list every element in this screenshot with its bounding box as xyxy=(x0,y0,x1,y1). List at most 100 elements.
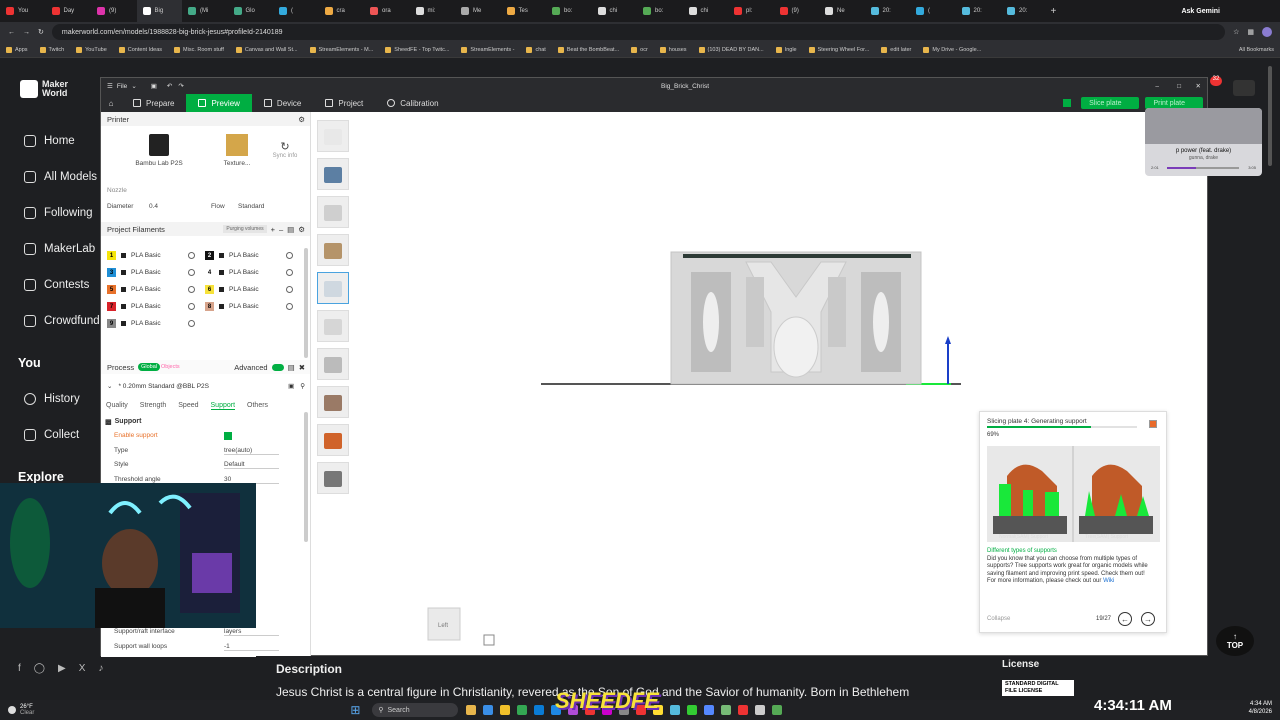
bookmark-item[interactable]: Beat the BombBeat... xyxy=(557,46,619,53)
makerworld-logo[interactable]: Maker World xyxy=(20,80,72,98)
taskbar-app-icon[interactable] xyxy=(704,705,715,715)
minimize-icon[interactable]: – xyxy=(1155,83,1159,90)
browser-tab[interactable]: Me xyxy=(455,0,501,22)
printer-selector[interactable]: Bambu Lab P2S xyxy=(129,134,189,167)
bookmark-item[interactable]: edit later xyxy=(881,46,911,53)
save-profile-icon[interactable]: ▣ xyxy=(288,382,294,390)
undo-icon[interactable]: ↶ xyxy=(167,82,172,90)
plate-thumbnail[interactable] xyxy=(317,272,349,304)
filament-slot[interactable]: 8 PLA Basic xyxy=(205,302,293,311)
filament-edit-icon[interactable] xyxy=(188,320,195,327)
bookmark-item[interactable]: chat xyxy=(526,46,546,53)
filament-list-icon[interactable]: ▤ xyxy=(287,225,294,234)
save-icon[interactable]: ▣ xyxy=(151,82,157,90)
tab-support[interactable]: Support xyxy=(210,402,236,410)
browser-tab[interactable]: cra xyxy=(319,0,365,22)
sync-info-button[interactable]: ↻ Sync info xyxy=(265,140,305,159)
filament-edit-icon[interactable] xyxy=(188,252,195,259)
plate-thumbnail[interactable] xyxy=(317,386,349,418)
maximize-icon[interactable]: □ xyxy=(1177,83,1181,90)
discord-app-icon[interactable] xyxy=(1233,80,1255,96)
browser-tab[interactable]: bo: xyxy=(637,0,683,22)
collapse-link[interactable]: Collapse xyxy=(987,616,1010,622)
tab-prepare[interactable]: Prepare xyxy=(121,94,186,112)
profile-avatar[interactable] xyxy=(1262,27,1272,37)
url-input[interactable]: makerworld.com/en/models/1988828-big-bri… xyxy=(51,24,1226,40)
plate-thumbnail[interactable] xyxy=(317,196,349,228)
add-filament-icon[interactable]: + xyxy=(271,225,275,234)
filament-slot[interactable]: 2 PLA Basic xyxy=(205,251,293,260)
new-tab-icon[interactable]: + xyxy=(1051,6,1057,17)
browser-tab[interactable]: (Mi xyxy=(182,0,228,22)
taskbar-search[interactable]: ⚲ Search xyxy=(372,703,459,717)
plate-thumbnail[interactable] xyxy=(317,462,349,494)
layout-icon[interactable] xyxy=(1063,99,1072,107)
taskbar-app-icon[interactable] xyxy=(534,705,545,715)
taskbar-app-icon[interactable] xyxy=(687,705,698,715)
bookmark-item[interactable]: My Drive - Google... xyxy=(923,46,981,53)
remove-filament-icon[interactable]: – xyxy=(279,225,283,234)
bookmark-item[interactable]: Ingle xyxy=(775,46,797,53)
browser-tab[interactable]: bo: xyxy=(546,0,592,22)
printer-settings-icon[interactable]: ⚙ xyxy=(298,115,305,124)
license-badge[interactable]: STANDARD DIGITAL FILE LICENSE xyxy=(1002,680,1074,696)
page-scrollbar[interactable] xyxy=(1268,66,1272,166)
taskbar-app-icon[interactable] xyxy=(755,705,766,715)
browser-tab[interactable]: ora xyxy=(364,0,410,22)
tab-calibration[interactable]: Calibration xyxy=(375,94,450,112)
browser-tab[interactable]: 20: xyxy=(865,0,911,22)
plate-thumbnail[interactable] xyxy=(317,310,349,342)
purging-volumes-button[interactable]: Purging volumes xyxy=(223,225,267,233)
prev-tip-icon[interactable]: ← xyxy=(1118,612,1132,626)
plate-thumbnail[interactable] xyxy=(317,348,349,380)
redo-icon[interactable]: ↷ xyxy=(178,82,183,90)
filament-slot[interactable]: 3 PLA Basic xyxy=(107,268,195,277)
filament-settings-icon[interactable]: ⚙ xyxy=(298,225,305,234)
plate-thumbnail[interactable] xyxy=(317,424,349,456)
nav-following[interactable]: Following xyxy=(24,207,93,219)
tab-project[interactable]: Project xyxy=(313,94,375,112)
browser-tab[interactable]: You xyxy=(0,0,46,22)
back-icon[interactable]: ← xyxy=(8,29,15,36)
browser-tab[interactable]: Ne xyxy=(819,0,865,22)
flow-select[interactable]: Standard xyxy=(238,203,264,210)
setting-value[interactable]: -1 xyxy=(224,643,279,651)
next-tip-icon[interactable]: → xyxy=(1141,612,1155,626)
filament-edit-icon[interactable] xyxy=(286,286,293,293)
track-progress[interactable] xyxy=(1167,167,1239,169)
taskbar-app-icon[interactable] xyxy=(772,705,783,715)
close-icon[interactable]: ✕ xyxy=(1196,82,1201,90)
tiktok-icon[interactable]: ♪ xyxy=(98,663,103,674)
nav-crowdfund[interactable]: Crowdfund xyxy=(24,315,100,327)
filament-slot[interactable]: 4 PLA Basic xyxy=(205,268,293,277)
filament-edit-icon[interactable] xyxy=(286,269,293,276)
browser-tab[interactable]: chi xyxy=(683,0,729,22)
taskbar-app-icon[interactable] xyxy=(517,705,528,715)
browser-tab[interactable]: (9) xyxy=(91,0,137,22)
back-to-top-button[interactable]: ↑ TOP xyxy=(1216,626,1254,656)
process-profile[interactable]: ⌄ * 0.20mm Standard @BBL P2S ▣ ⚲ xyxy=(107,382,305,391)
extensions-icon[interactable]: ▦ xyxy=(1247,28,1254,36)
youtube-icon[interactable]: ▶ xyxy=(58,663,66,674)
process-objects-toggle[interactable]: Objects xyxy=(161,364,180,370)
bookmark-item[interactable]: StreamElements - M... xyxy=(309,46,373,53)
bookmark-item[interactable]: Canvas and Wall St... xyxy=(235,46,298,53)
filament-edit-icon[interactable] xyxy=(188,303,195,310)
filament-slot[interactable]: 9 PLA Basic xyxy=(107,319,195,328)
home-icon[interactable]: ⌂ xyxy=(101,99,121,108)
filament-scrollbar[interactable] xyxy=(304,248,308,358)
ask-gemini-button[interactable]: Ask Gemini xyxy=(1181,8,1220,15)
browser-tab[interactable]: Day xyxy=(46,0,92,22)
file-menu[interactable]: ☰ File ⌄ xyxy=(107,82,137,91)
browser-tab[interactable]: Glo xyxy=(228,0,274,22)
nav-contests[interactable]: Contests xyxy=(24,279,89,291)
setting-value[interactable]: layers xyxy=(224,628,279,636)
filament-edit-icon[interactable] xyxy=(188,269,195,276)
all-bookmarks[interactable]: All Bookmarks xyxy=(1239,47,1274,53)
taskbar-app-icon[interactable] xyxy=(738,705,749,715)
stop-slicing-button[interactable] xyxy=(1149,420,1157,428)
nav-makerlab[interactable]: MakerLab xyxy=(24,243,95,255)
bookmark-item[interactable]: (103) DEAD BY DAN... xyxy=(698,46,764,53)
tab-preview[interactable]: Preview xyxy=(186,94,252,112)
browser-tab[interactable]: Big xyxy=(136,0,182,22)
